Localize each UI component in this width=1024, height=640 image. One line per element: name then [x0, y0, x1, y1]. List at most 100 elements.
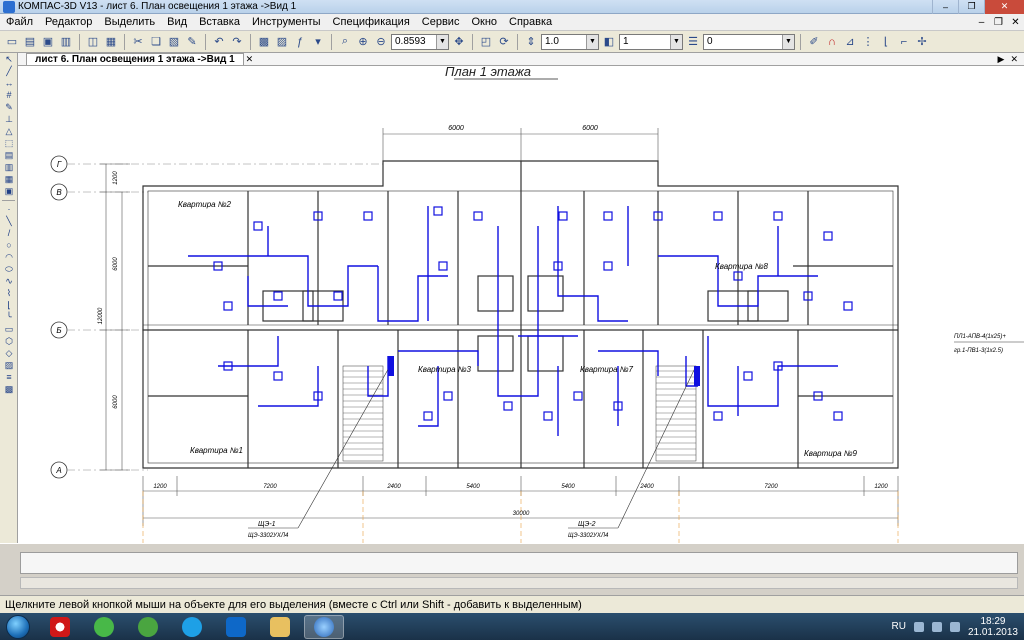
taskbar-utorrent[interactable]	[128, 615, 168, 639]
light-fixture[interactable]	[603, 261, 613, 271]
point-icon[interactable]: ·	[2, 204, 16, 215]
light-fixture[interactable]	[333, 291, 343, 301]
rectangle-icon[interactable]: ▭	[2, 324, 16, 335]
property-bar[interactable]	[20, 552, 1018, 574]
format-painter-icon[interactable]: ✎	[184, 34, 200, 50]
step-icon[interactable]: ⇕	[523, 34, 539, 50]
variables-icon[interactable]: ▾	[310, 34, 326, 50]
doc-restore-button[interactable]: ❐	[990, 17, 1007, 28]
menu-editor[interactable]: Редактор	[39, 16, 98, 28]
panel-2-symbol[interactable]	[694, 366, 700, 386]
collection-icon[interactable]: ▩	[2, 384, 16, 395]
chevron-down-icon[interactable]: ▼	[782, 34, 794, 49]
contour-icon[interactable]: ◇	[2, 348, 16, 359]
spec-icon[interactable]: ▤	[2, 150, 16, 161]
save-icon[interactable]: ▣	[40, 34, 56, 50]
menu-tools[interactable]: Инструменты	[246, 16, 327, 28]
start-button[interactable]	[0, 614, 36, 640]
zoom-out-icon[interactable]: ⊖	[373, 34, 389, 50]
chevron-right-icon[interactable]: ▶	[998, 54, 1005, 65]
chevron-down-icon[interactable]: ▼	[436, 34, 448, 49]
menu-view[interactable]: Вид	[161, 16, 193, 28]
light-fixture[interactable]	[843, 301, 853, 311]
light-fixture[interactable]	[273, 371, 283, 381]
segment-icon[interactable]: /	[2, 228, 16, 239]
open-folder-icon[interactable]: ▤	[22, 34, 38, 50]
taskbar-teamviewer[interactable]	[216, 615, 256, 639]
light-fixture[interactable]	[223, 301, 233, 311]
layer-field[interactable]: 1 ▼	[619, 33, 683, 50]
round-icon[interactable]: ⌐	[896, 34, 912, 50]
light-fixture[interactable]	[543, 411, 553, 421]
minimize-button[interactable]: –	[932, 0, 958, 14]
doc-minimize-button[interactable]: –	[973, 17, 990, 28]
light-fixture[interactable]	[473, 211, 483, 221]
fillet-icon[interactable]: ╰	[2, 312, 16, 323]
light-fixture[interactable]	[558, 211, 568, 221]
hatch-icon[interactable]: ▨	[2, 360, 16, 371]
cursor-step-field[interactable]: 1.0 ▼	[541, 33, 599, 50]
copy-icon[interactable]: ❏	[148, 34, 164, 50]
undo-icon[interactable]: ↶	[211, 34, 227, 50]
style-icon[interactable]: ☰	[685, 34, 701, 50]
light-fixture[interactable]	[253, 221, 263, 231]
show-all-icon[interactable]: ◰	[478, 34, 494, 50]
grid-icon[interactable]: ⋮	[860, 34, 876, 50]
maximize-button[interactable]: ❐	[958, 0, 984, 14]
light-fixture[interactable]	[438, 261, 448, 271]
light-fixture[interactable]	[603, 211, 613, 221]
function-icon[interactable]: ƒ	[292, 34, 308, 50]
light-fixture[interactable]	[573, 391, 583, 401]
close-icon[interactable]: ✕	[1010, 54, 1018, 65]
menu-specification[interactable]: Спецификация	[327, 16, 416, 28]
menu-select[interactable]: Выделить	[98, 16, 161, 28]
layer-icon[interactable]: ◧	[601, 34, 617, 50]
insert-icon[interactable]: ▦	[2, 174, 16, 185]
chevron-down-icon[interactable]: ▼	[586, 34, 598, 49]
snaps-icon[interactable]: ✢	[914, 34, 930, 50]
ellipse-icon[interactable]: ⬭	[2, 264, 16, 275]
paste-icon[interactable]: ▧	[166, 34, 182, 50]
panel-1-symbol[interactable]	[388, 356, 394, 376]
ortho-icon[interactable]: ⊿	[842, 34, 858, 50]
manager-icon[interactable]: ▩	[256, 34, 272, 50]
tray-arrow-icon[interactable]	[913, 621, 924, 632]
local-cs-icon[interactable]: ⌊	[878, 34, 894, 50]
menu-service[interactable]: Сервис	[416, 16, 466, 28]
edit-mode-icon[interactable]: ✐	[806, 34, 822, 50]
building-icon[interactable]: ▣	[2, 186, 16, 197]
arc-icon[interactable]: ◠	[2, 252, 16, 263]
notation-icon[interactable]: #	[2, 90, 16, 101]
menu-insert[interactable]: Вставка	[193, 16, 246, 28]
light-fixture[interactable]	[833, 411, 843, 421]
pan-icon[interactable]: ✥	[451, 34, 467, 50]
zoom-window-icon[interactable]: ⌕	[337, 34, 353, 50]
taskbar-opera[interactable]	[40, 615, 80, 639]
dimensions-icon[interactable]: ↔	[2, 78, 16, 89]
language-indicator[interactable]: RU	[891, 621, 905, 632]
refresh-icon[interactable]: ⟳	[496, 34, 512, 50]
light-fixture[interactable]	[713, 211, 723, 221]
redo-icon[interactable]: ↷	[229, 34, 245, 50]
light-fixture[interactable]	[503, 401, 513, 411]
clock[interactable]: 18:29 21.01.2013	[968, 616, 1018, 638]
cut-icon[interactable]: ✂	[130, 34, 146, 50]
select-tool-icon[interactable]: ⬚	[2, 138, 16, 149]
new-document-icon[interactable]: ▭	[4, 34, 20, 50]
light-fixture[interactable]	[713, 411, 723, 421]
doc-close-button[interactable]: ✕	[1007, 17, 1024, 28]
auxiliary-line-icon[interactable]: ╲	[2, 216, 16, 227]
taskbar-skype[interactable]	[172, 615, 212, 639]
light-fixture[interactable]	[433, 206, 443, 216]
taskbar-icq[interactable]	[84, 615, 124, 639]
taskbar-explorer[interactable]	[260, 615, 300, 639]
tab-sheet-6[interactable]: лист 6. План освещения 1 этажа ->Вид 1	[26, 53, 244, 65]
network-icon[interactable]	[931, 621, 942, 632]
light-fixtures[interactable]	[213, 206, 853, 421]
properties-icon[interactable]: ▦	[103, 34, 119, 50]
floor-plan-drawing[interactable]: План 1 этажа 6000 6000 Г В Б А 1200 6000…	[18, 66, 1024, 543]
menu-window[interactable]: Окно	[465, 16, 503, 28]
zoom-in-icon[interactable]: ⊕	[355, 34, 371, 50]
light-fixture[interactable]	[423, 411, 433, 421]
chevron-down-icon[interactable]: ▼	[670, 34, 682, 49]
